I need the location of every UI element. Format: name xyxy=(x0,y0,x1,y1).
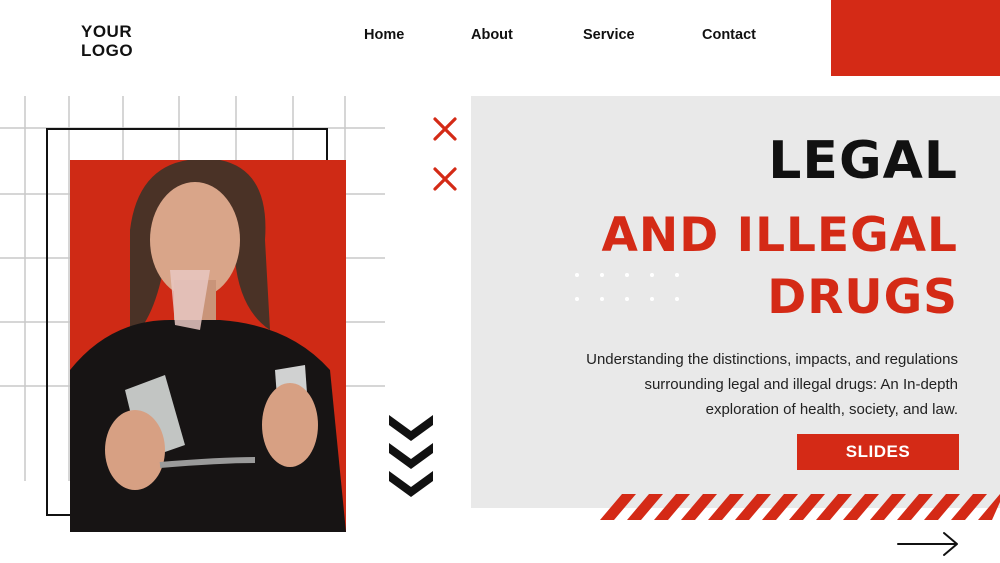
logo-line-2: LOGO xyxy=(81,41,134,60)
description-line-3: exploration of health, society, and law. xyxy=(705,401,958,418)
title-line-2: AND ILLEGAL xyxy=(601,208,958,263)
logo-line-1: YOUR xyxy=(81,22,133,41)
hero-description: Understanding the distinctions, impacts,… xyxy=(558,347,958,422)
corner-accent-block xyxy=(831,0,1000,76)
slides-button[interactable]: SLIDES xyxy=(797,434,959,470)
nav-home[interactable]: Home xyxy=(364,27,404,43)
hero-photo xyxy=(70,160,346,532)
description-line-1: Understanding the distinctions, impacts,… xyxy=(586,351,958,368)
nav-service[interactable]: Service xyxy=(583,27,635,43)
arrow-right-icon[interactable] xyxy=(896,530,960,558)
description-line-2: surrounding legal and illegal drugs: An … xyxy=(644,376,958,393)
title-and-illegal-drugs: AND ILLEGAL DRUGS xyxy=(538,205,958,329)
nav-contact[interactable]: Contact xyxy=(702,27,756,43)
close-icon xyxy=(433,117,457,141)
title-legal: LEGAL xyxy=(768,131,958,191)
logo[interactable]: YOUR LOGO xyxy=(81,22,133,60)
nav-about[interactable]: About xyxy=(471,27,513,43)
chevron-down-icon xyxy=(389,415,433,497)
close-icon xyxy=(433,167,457,191)
dot-pattern xyxy=(575,273,679,301)
hazard-stripes xyxy=(600,494,1000,520)
